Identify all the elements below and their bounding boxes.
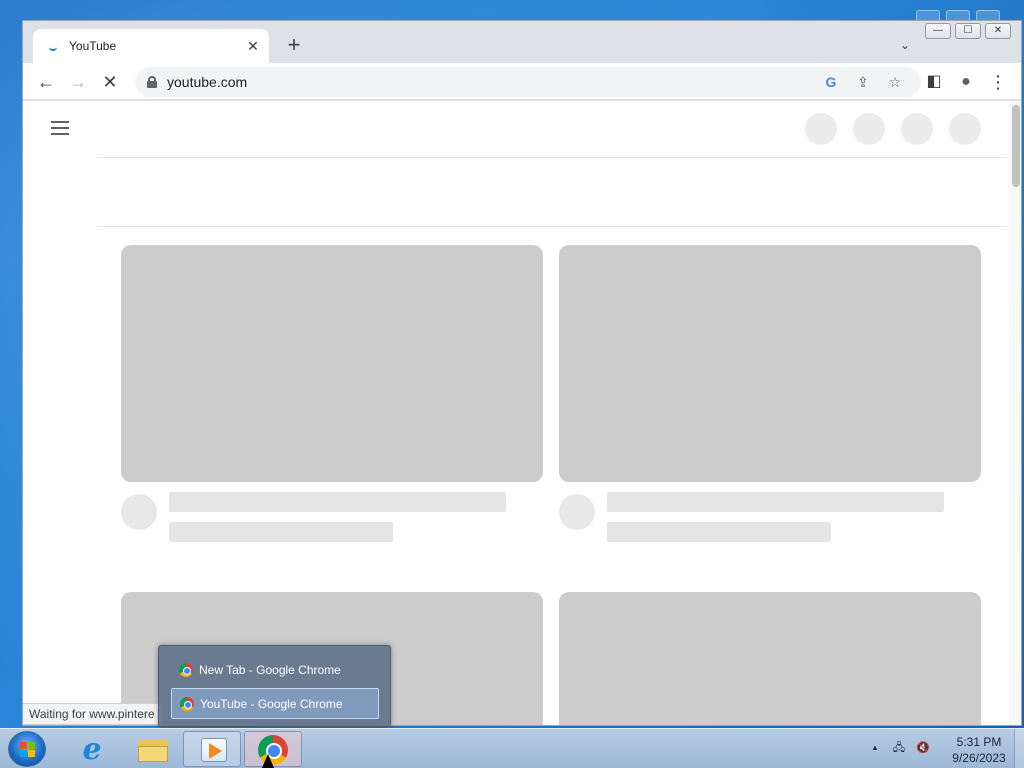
address-bar[interactable]: youtube.com G ⇪ ☆ xyxy=(135,67,921,97)
system-tray: ▲ 🖧 🔇 5:31 PM 9/26/2023 xyxy=(864,735,1024,765)
title-placeholder xyxy=(607,492,944,512)
video-thumbnail-placeholder xyxy=(559,592,981,725)
loading-spinner-icon xyxy=(49,43,57,51)
new-tab-button[interactable]: + xyxy=(283,34,305,57)
google-lens-icon[interactable]: G xyxy=(821,72,841,92)
share-icon[interactable]: ⇪ xyxy=(853,72,873,92)
media-player-icon xyxy=(201,738,227,762)
profile-icon[interactable]: ● xyxy=(955,71,977,93)
minimize-button[interactable]: — xyxy=(925,23,951,39)
maximize-button[interactable]: ☐ xyxy=(955,23,981,39)
taskbar: e ▲ 🖧 🔇 5:31 PM 9/26/2023 xyxy=(0,728,1024,768)
channel-avatar-placeholder xyxy=(121,494,157,530)
video-thumbnail-placeholder xyxy=(559,245,981,482)
tab-title: YouTube xyxy=(69,39,117,53)
internet-explorer-icon: e xyxy=(82,732,102,767)
meta-placeholder xyxy=(607,522,831,542)
forward-icon[interactable]: → xyxy=(67,71,89,93)
meta-placeholder xyxy=(169,522,393,542)
youtube-page: Waiting for www.pintere xyxy=(23,101,1021,725)
tab-close-icon[interactable]: ✕ xyxy=(245,38,261,54)
header-placeholder xyxy=(949,113,981,145)
jumplist-item-label: YouTube - Google Chrome xyxy=(200,697,343,711)
back-icon[interactable]: ← xyxy=(35,71,57,93)
url-text[interactable]: youtube.com xyxy=(167,74,247,90)
show-desktop-button[interactable] xyxy=(1014,729,1024,768)
jumplist-item-youtube[interactable]: YouTube - Google Chrome xyxy=(171,688,379,719)
jumplist-item-new-tab[interactable]: New Tab - Google Chrome xyxy=(171,655,379,686)
tab-search-icon[interactable]: ⌄ xyxy=(897,37,913,53)
bookmark-star-icon[interactable]: ☆ xyxy=(885,72,905,92)
show-hidden-icons-icon[interactable]: ▲ xyxy=(866,739,884,757)
chrome-window: YouTube ✕ + ⌄ — ☐ ✕ ← → ✕ youtube.com G … xyxy=(22,20,1022,726)
status-bubble: Waiting for www.pintere xyxy=(23,703,163,725)
tab-youtube[interactable]: YouTube ✕ xyxy=(33,29,269,65)
window-controls: — ☐ ✕ xyxy=(925,23,1015,41)
mouse-cursor-icon xyxy=(262,754,274,768)
tab-strip: YouTube ✕ + ⌄ — ☐ ✕ xyxy=(23,21,1021,65)
folder-icon xyxy=(138,740,168,762)
hamburger-menu-icon[interactable] xyxy=(51,121,69,135)
windows-logo-icon xyxy=(20,742,36,758)
start-button[interactable] xyxy=(8,731,46,767)
taskbar-internet-explorer[interactable]: e xyxy=(61,731,119,767)
channel-avatar-placeholder xyxy=(559,494,595,530)
taskbar-media-player[interactable] xyxy=(183,731,241,767)
clock-time[interactable]: 5:31 PM xyxy=(944,735,1014,749)
jumplist-item-label: New Tab - Google Chrome xyxy=(199,663,341,677)
browser-toolbar: ← → ✕ youtube.com G ⇪ ☆ ◧ ● ⋮ xyxy=(23,63,1021,100)
taskbar-thumbnail-popup: New Tab - Google Chrome YouTube - Google… xyxy=(158,645,391,727)
chrome-menu-icon[interactable]: ⋮ xyxy=(987,71,1009,93)
clock-date[interactable]: 9/26/2023 xyxy=(944,751,1014,765)
video-thumbnail-placeholder xyxy=(121,245,543,482)
scrollbar[interactable] xyxy=(1009,101,1021,725)
header-placeholder xyxy=(853,113,885,145)
side-panel-icon[interactable]: ◧ xyxy=(923,71,945,93)
lock-icon[interactable] xyxy=(147,76,157,88)
taskbar-file-explorer[interactable] xyxy=(122,731,180,767)
network-icon[interactable]: 🖧 xyxy=(890,739,908,757)
header-divider xyxy=(97,157,1007,158)
title-placeholder xyxy=(169,492,506,512)
close-button[interactable]: ✕ xyxy=(985,23,1011,39)
header-placeholder xyxy=(901,113,933,145)
stop-loading-icon[interactable]: ✕ xyxy=(99,71,121,93)
chrome-icon xyxy=(179,663,193,677)
scrollbar-thumb[interactable] xyxy=(1012,105,1020,187)
volume-muted-icon[interactable]: 🔇 xyxy=(914,739,932,757)
header-placeholder xyxy=(805,113,837,145)
chips-divider xyxy=(97,226,1007,227)
chrome-icon xyxy=(180,697,194,711)
